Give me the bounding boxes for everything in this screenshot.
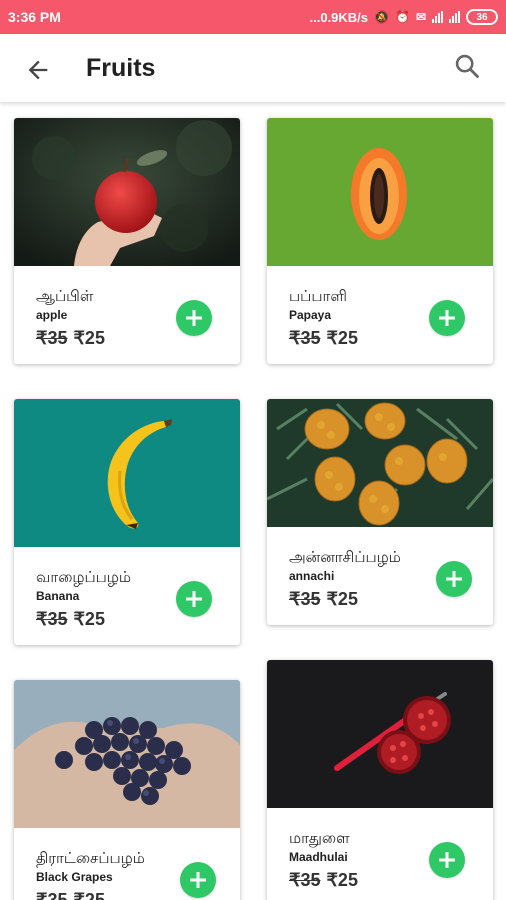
sale-price: ₹25 (326, 328, 358, 348)
pomegranate-image (267, 660, 493, 808)
original-price: ₹35 (36, 328, 68, 348)
status-bar: 3:36 PM ...0.9KB/s 🔕 ⏰ ✉ 36 (0, 0, 506, 34)
status-time: 3:36 PM (8, 9, 61, 25)
arrow-left-icon[interactable] (24, 56, 52, 84)
add-to-cart-button[interactable] (176, 300, 212, 336)
original-price: ₹35 (289, 328, 321, 348)
original-price: ₹35 (289, 870, 321, 890)
battery-level: 36 (476, 11, 488, 23)
sale-price: ₹25 (73, 328, 105, 348)
product-name-tamil: பப்பாளி (289, 288, 347, 305)
product-name-english: Banana (36, 589, 80, 603)
add-to-cart-button[interactable] (176, 581, 212, 617)
grapes-image (14, 680, 240, 828)
message-icon: ✉ (415, 10, 426, 24)
network-speed: ...0.9KB/s (309, 9, 369, 25)
wifi-signal-icon (432, 11, 443, 23)
sale-price: ₹25 (326, 589, 358, 609)
product-name-english: annachi (289, 569, 335, 583)
add-to-cart-button[interactable] (429, 842, 465, 878)
product-info: பப்பாளி Papaya ₹35 ₹25 (267, 266, 493, 364)
product-info: திராட்சைப்பழம் Black Grapes ₹35 ₹25 (14, 828, 240, 900)
product-name-english: Papaya (289, 308, 332, 322)
papaya-image (267, 118, 493, 266)
original-price: ₹35 (36, 609, 68, 629)
battery-icon: 36 (466, 9, 498, 25)
product-name-english: Black Grapes (36, 870, 113, 884)
original-price: ₹35 (289, 589, 321, 609)
product-card-papaya[interactable]: பப்பாளி Papaya ₹35 ₹25 (267, 118, 493, 364)
product-card-pineapple[interactable]: அன்னாசிப்பழம் annachi ₹35 ₹25 (267, 399, 493, 625)
product-info: வாழைப்பழம் Banana ₹35 ₹25 (14, 547, 240, 645)
product-price: ₹35 ₹25 (36, 890, 105, 900)
page-title: Fruits (86, 54, 156, 82)
product-info: அன்னாசிப்பழம் annachi ₹35 ₹25 (267, 527, 493, 625)
product-price: ₹35 ₹25 (289, 589, 358, 610)
product-info: ஆப்பிள் apple ₹35 ₹25 (14, 266, 240, 364)
sale-price: ₹25 (326, 870, 358, 890)
product-card-pomegranate[interactable]: மாதுளை Maadhulai ₹35 ₹25 (267, 660, 493, 900)
add-to-cart-button[interactable] (436, 561, 472, 597)
product-card-apple[interactable]: ஆப்பிள் apple ₹35 ₹25 (14, 118, 240, 364)
app-bar: Fruits (0, 34, 506, 102)
product-card-banana[interactable]: வாழைப்பழம் Banana ₹35 ₹25 (14, 399, 240, 645)
sale-price: ₹25 (73, 609, 105, 629)
product-name-english: apple (36, 308, 68, 322)
product-name-tamil: அன்னாசிப்பழம் (289, 549, 401, 566)
pineapple-image (267, 399, 493, 527)
product-price: ₹35 ₹25 (289, 328, 358, 349)
search-icon[interactable] (453, 52, 481, 80)
product-info: மாதுளை Maadhulai ₹35 ₹25 (267, 808, 493, 900)
product-name-tamil: ஆப்பிள் (36, 288, 94, 305)
add-to-cart-button[interactable] (180, 862, 216, 898)
product-name-tamil: திராட்சைப்பழம் (36, 850, 145, 867)
product-name-english: Maadhulai (289, 850, 348, 864)
product-name-tamil: வாழைப்பழம் (36, 569, 131, 586)
product-price: ₹35 ₹25 (36, 328, 105, 349)
sale-price: ₹25 (73, 890, 105, 900)
banana-image (14, 399, 240, 547)
mute-icon: 🔕 (374, 10, 389, 24)
product-name-tamil: மாதுளை (289, 830, 350, 847)
product-price: ₹35 ₹25 (289, 870, 358, 891)
alarm-icon: ⏰ (394, 10, 410, 24)
cell-signal-icon (449, 11, 460, 23)
product-price: ₹35 ₹25 (36, 609, 105, 630)
add-to-cart-button[interactable] (429, 300, 465, 336)
original-price: ₹35 (36, 890, 68, 900)
status-icons: ...0.9KB/s 🔕 ⏰ ✉ 36 (309, 9, 498, 25)
product-card-grapes[interactable]: திராட்சைப்பழம் Black Grapes ₹35 ₹25 (14, 680, 240, 900)
apple-image (14, 118, 240, 266)
